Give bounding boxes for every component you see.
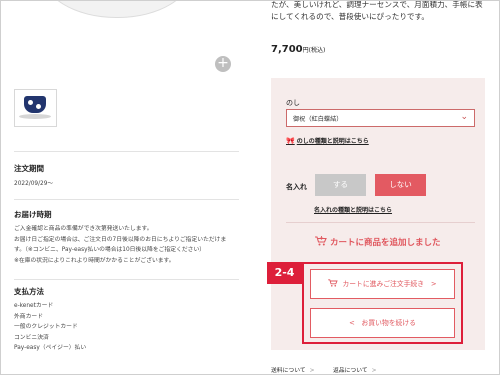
chevron-right-icon: > [309, 368, 315, 374]
noshi-info-link[interactable]: 🎀 のしの種類と説明はこちら [286, 136, 369, 145]
naire-yes-button[interactable]: する [315, 174, 366, 196]
payment-item: e-kenetカード [14, 303, 54, 309]
order-period-section: 注文期間 2022/09/29〜 [14, 163, 239, 190]
chevron-right-icon: > [371, 368, 377, 374]
payment-item: Pay-easy（ペイジー）払い [14, 345, 87, 351]
description-line: たが、美しいけれど、調理ナーセンスで、月面積力、手帳に表 [271, 0, 483, 9]
order-period-value: 2022/09/29〜 [14, 181, 54, 187]
cart-added-text: カートに商品を追加しました [330, 238, 441, 248]
naire-no-button[interactable]: しない [375, 174, 426, 196]
payment-item: 一般のクレジットカード [14, 324, 78, 330]
delivery-line: ご入金確認と商品の準備ができ次第発送いたします。 [14, 226, 153, 232]
product-page: + 注文期間 2022/09/29〜 お届け時期 ご入金確認と商品の準備ができ次… [0, 0, 500, 375]
noshi-selected-value: 御祝（紅白蝶結） [293, 116, 343, 123]
payment-section: 支払方法 e-kenetカード 外商カード 一般のクレジットカード コンビニ決済… [14, 286, 239, 354]
payment-item: 外商カード [14, 313, 43, 320]
delivery-heading: お届け時期 [14, 210, 52, 219]
checkout-button-label: カートに進みご注文手続き > [342, 280, 437, 288]
price-value: 7,700 [271, 44, 303, 55]
divider [14, 151, 239, 152]
divider [14, 199, 239, 200]
returns-info-link[interactable]: 返品について > [333, 365, 376, 374]
cup-image [24, 96, 46, 113]
annotation-badge: 2-4 [267, 262, 302, 284]
zoom-plus-icon[interactable]: + [215, 56, 231, 72]
order-period-heading: 注文期間 [14, 164, 44, 173]
checkout-button[interactable]: カートに進みご注文手続き > [310, 269, 455, 299]
divider [14, 279, 239, 280]
payment-heading: 支払方法 [14, 287, 44, 296]
product-thumbnail[interactable] [14, 89, 57, 127]
chevron-down-icon: ⌄ [460, 112, 468, 122]
noshi-select[interactable]: 御祝（紅白蝶結） ⌄ [286, 109, 475, 127]
delivery-line: お届け日ご指定の場合は、ご注文日の7日後以降のお日にちよりご指定いただけま [14, 236, 227, 243]
payment-item: コンビニ決済 [14, 334, 49, 341]
noshi-link-text: のしの種類と説明はこちら [296, 138, 369, 145]
shipping-info-link[interactable]: 送料について > [271, 365, 314, 374]
product-description: たが、美しいけれど、調理ナーセンスで、月面積力、手帳に表 にしてくれるので、普段… [271, 0, 483, 23]
continue-shopping-button[interactable]: < お買い物を続ける [310, 308, 455, 338]
cart-added-message: カートに商品を追加しました [315, 236, 441, 248]
description-line: にしてくれるので、普段使いにぴったりです。 [271, 12, 429, 21]
saucer-image [19, 114, 51, 119]
noshi-label: のし [286, 99, 300, 107]
delivery-line: す。（※コンビニ、Pay-easy払いの場合は10日後以降をご指定ください） [14, 247, 206, 253]
divider [286, 222, 475, 223]
returns-info-label: 返品について [333, 368, 368, 374]
product-image[interactable] [41, 1, 193, 18]
cart-icon [315, 236, 327, 248]
delivery-line: ※在庫の状況によりこれより時間がかかることがございます。 [14, 257, 175, 264]
product-price: 7,700円(税込) [271, 44, 325, 55]
delivery-section: お届け時期 ご入金確認と商品の準備ができ次第発送いたします。 お届け日ご指定の場… [14, 209, 239, 266]
ribbon-icon: 🎀 [286, 137, 295, 145]
price-unit: 円(税込) [302, 47, 326, 54]
cart-icon [328, 279, 339, 287]
shipping-info-label: 送料について [271, 368, 306, 374]
naire-info-link[interactable]: 名入れの種類と説明はこちら [314, 205, 392, 214]
naire-label: 名入れ [286, 183, 307, 191]
